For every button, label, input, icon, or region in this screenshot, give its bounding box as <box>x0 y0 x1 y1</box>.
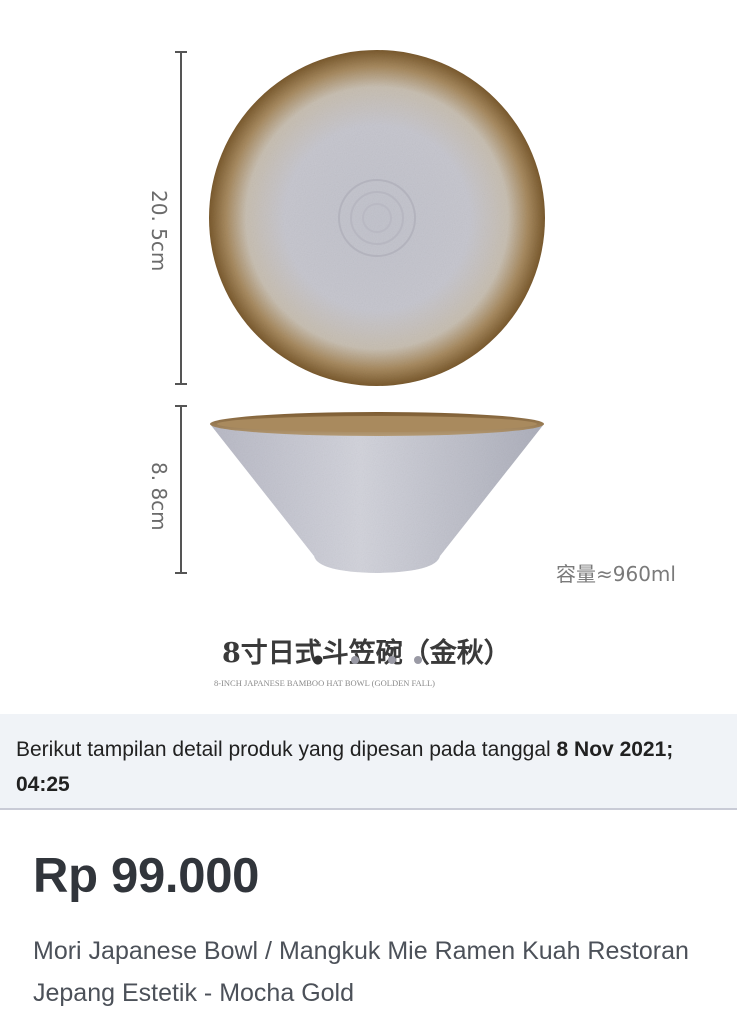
bowl-side-view <box>210 412 544 573</box>
dimension-lines <box>175 51 187 574</box>
image-cn-title: 8寸日式斗笠碗（金秋） <box>222 637 511 669</box>
order-info-text: Berikut tampilan detail produk yang dipe… <box>16 738 557 761</box>
product-price: Rp 99.000 <box>33 849 260 903</box>
carousel-dot <box>351 656 359 664</box>
carousel-dot <box>414 656 422 664</box>
dimension-height-label: 20. 5cm <box>147 190 171 271</box>
bowl-top-view <box>209 50 545 386</box>
dimension-bowl-height-label: 8. 8cm <box>147 462 171 531</box>
carousel-dot-active <box>313 655 323 665</box>
order-info-banner: Berikut tampilan detail produk yang dipe… <box>0 714 737 810</box>
carousel-dot <box>388 656 396 664</box>
image-en-subtitle: 8-INCH JAPANESE BAMBOO HAT BOWL (GOLDEN … <box>214 678 435 688</box>
product-image[interactable]: 20. 5cm 8. 8cm 容量≈960ml 8寸日式斗笠碗（金秋） 8-IN… <box>0 0 737 714</box>
capacity-label: 容量≈960ml <box>556 562 676 586</box>
product-name: Mori Japanese Bowl / Mangkuk Mie Ramen K… <box>33 937 689 1007</box>
bowl-illustration: 20. 5cm 8. 8cm 容量≈960ml 8寸日式斗笠碗（金秋） 8-IN… <box>147 50 676 688</box>
